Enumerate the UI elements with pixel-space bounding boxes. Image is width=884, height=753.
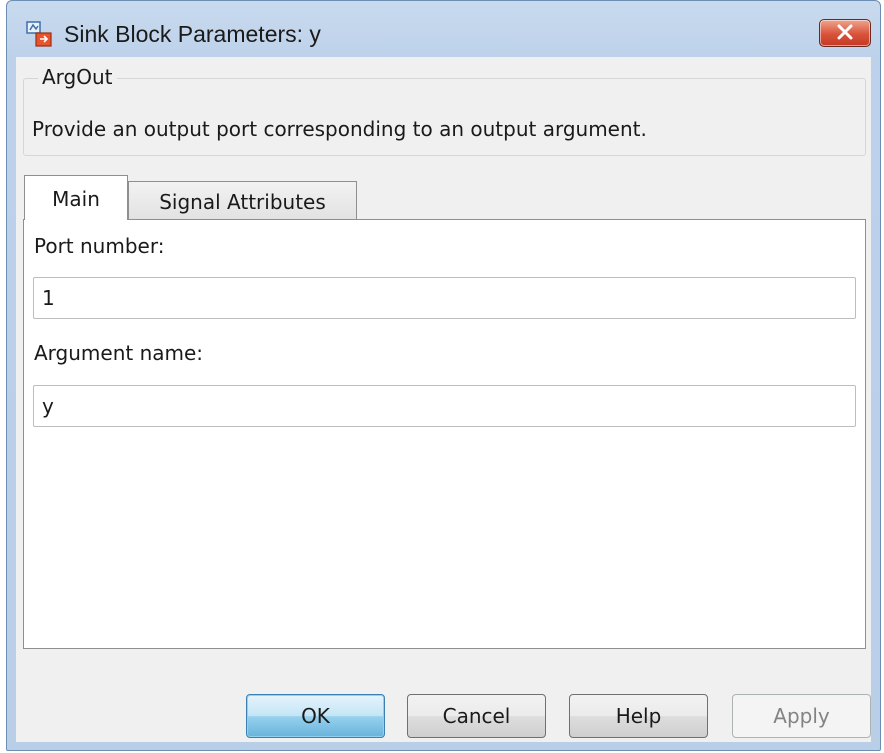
- tab-signal-attributes[interactable]: Signal Attributes: [128, 181, 357, 220]
- close-button[interactable]: [819, 19, 871, 47]
- argument-name-label: Argument name:: [34, 341, 204, 365]
- tab-main[interactable]: Main: [24, 175, 128, 220]
- argument-name-field[interactable]: [33, 385, 856, 427]
- simulink-block-icon: [26, 21, 52, 47]
- ok-button[interactable]: OK: [246, 694, 385, 738]
- dialog-body: ArgOut Provide an output port correspond…: [16, 57, 871, 742]
- title-bar[interactable]: Sink Block Parameters: y: [7, 1, 880, 65]
- port-number-field[interactable]: [33, 277, 856, 319]
- tab-main-label: Main: [52, 187, 100, 211]
- window-title: Sink Block Parameters: y: [64, 21, 321, 47]
- block-type-title: ArgOut: [38, 65, 117, 89]
- port-number-label: Port number:: [34, 234, 165, 258]
- dialog-window: Sink Block Parameters: y ArgOut Provide …: [6, 0, 881, 751]
- block-description: Provide an output port corresponding to …: [32, 117, 647, 141]
- tab-panel-main: Port number: Argument name:: [23, 219, 866, 649]
- cancel-button[interactable]: Cancel: [407, 694, 546, 738]
- apply-button[interactable]: Apply: [732, 694, 871, 738]
- help-button[interactable]: Help: [569, 694, 708, 738]
- tab-signal-attributes-label: Signal Attributes: [159, 190, 326, 214]
- close-icon: [837, 24, 853, 40]
